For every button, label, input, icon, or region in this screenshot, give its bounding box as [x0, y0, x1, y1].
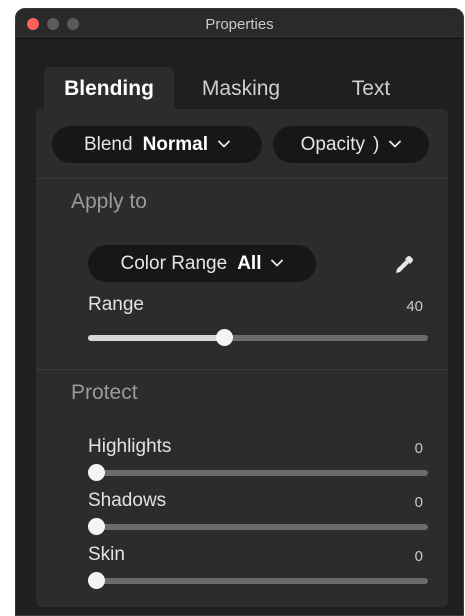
shadows-label: Shadows — [88, 490, 167, 511]
range-label: Range — [88, 294, 144, 315]
color-range-dropdown[interactable]: Color Range All — [88, 245, 316, 282]
skin-value: 0 — [414, 548, 423, 565]
tab-blending[interactable]: Blending — [44, 67, 174, 110]
eyedropper-icon[interactable] — [393, 254, 415, 281]
chevron-down-icon — [218, 132, 230, 154]
range-slider-thumb[interactable] — [216, 329, 233, 346]
divider — [36, 178, 448, 179]
protect-heading: Protect — [71, 381, 138, 404]
opacity-value: ) — [373, 133, 380, 155]
range-value: 40 — [406, 298, 423, 315]
highlights-value: 0 — [414, 440, 423, 457]
shadows-slider[interactable] — [88, 518, 428, 535]
opacity-label: Opacity — [300, 133, 366, 155]
skin-slider[interactable] — [88, 572, 428, 589]
window-title: Properties — [205, 16, 274, 33]
apply-to-heading: Apply to — [71, 190, 147, 213]
chevron-down-icon — [389, 132, 402, 154]
highlights-slider-thumb[interactable] — [88, 464, 105, 481]
tab-text[interactable]: Text — [316, 67, 426, 110]
range-slider-fill — [88, 335, 224, 341]
color-range-label: Color Range — [120, 252, 228, 274]
tab-masking[interactable]: Masking — [181, 67, 301, 110]
blend-label: Blend — [83, 133, 133, 155]
shadows-value: 0 — [414, 494, 423, 511]
shadows-slider-thumb[interactable] — [88, 518, 105, 535]
color-range-value: All — [237, 252, 262, 274]
title-bar: Properties — [16, 9, 463, 39]
opacity-dropdown[interactable]: Opacity ) — [273, 126, 429, 163]
range-slider[interactable] — [88, 329, 428, 346]
divider — [36, 369, 448, 370]
blend-mode-dropdown[interactable]: Blend Normal — [52, 126, 262, 163]
blending-panel: Blend Normal Opacity ) Apply to Color Ra… — [36, 109, 448, 607]
highlights-slider[interactable] — [88, 464, 428, 481]
skin-slider-thumb[interactable] — [88, 572, 105, 589]
tab-bar: Blending Masking Text — [16, 40, 463, 110]
skin-label: Skin — [88, 544, 125, 565]
properties-window: Properties Blending Masking Text Blend N… — [15, 8, 464, 616]
blend-value: Normal — [142, 133, 209, 155]
highlights-label: Highlights — [88, 436, 172, 457]
chevron-down-icon — [271, 251, 284, 273]
